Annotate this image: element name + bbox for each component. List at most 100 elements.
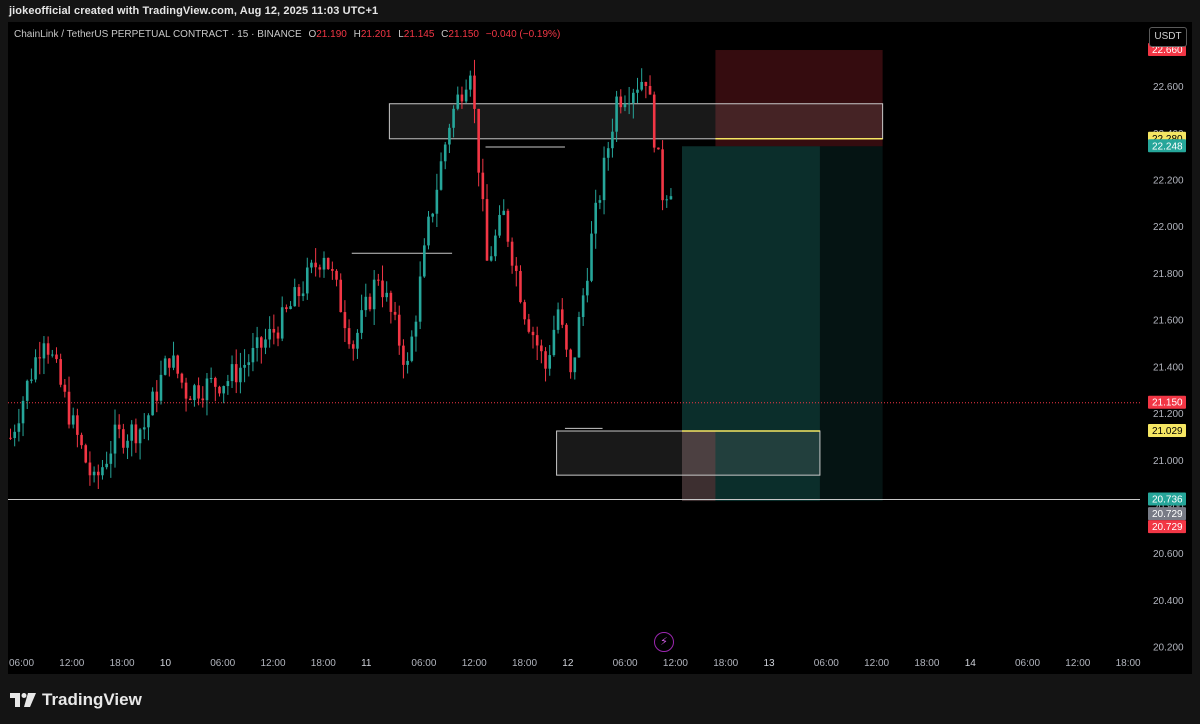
candle-body: [260, 337, 263, 348]
candle-body: [531, 331, 535, 336]
candle-body: [360, 310, 363, 333]
time-tick-label: 10: [160, 658, 172, 669]
take-profit-area-extension[interactable]: [819, 146, 883, 502]
candle-body: [101, 467, 104, 476]
candle-body: [448, 127, 451, 145]
candle-body: [460, 94, 464, 102]
time-tick-label: 11: [361, 658, 372, 669]
candle-body: [113, 424, 117, 454]
candle-body: [665, 199, 669, 201]
candle-body: [523, 302, 526, 320]
time-tick-label: 06:00: [9, 658, 34, 669]
price-tick-label: 22.000: [1153, 222, 1184, 233]
candle-body: [469, 75, 472, 90]
supply-zone[interactable]: [388, 103, 884, 140]
candle-body: [527, 319, 531, 332]
candle-body: [414, 321, 418, 337]
candle-body: [226, 381, 230, 387]
candle-body: [155, 391, 159, 401]
currency-button[interactable]: USDT: [1149, 27, 1187, 47]
candle-body: [293, 287, 297, 307]
candle-body: [577, 317, 581, 358]
candle-body: [326, 257, 330, 270]
candle-body: [339, 279, 343, 313]
time-tick-label: 12:00: [462, 658, 487, 669]
candle-body: [301, 293, 305, 297]
price-tick-label: 21.600: [1153, 316, 1184, 327]
candle-body: [364, 296, 368, 311]
candle-body: [510, 241, 514, 266]
candle-body: [92, 471, 96, 476]
time-tick-label: 18:00: [914, 658, 939, 669]
brand-name: TradingView: [42, 690, 142, 709]
candle-body: [381, 280, 384, 298]
candle-body: [122, 429, 125, 448]
symbol-title[interactable]: ChainLink / TetherUS PERPETUAL CONTRACT …: [14, 29, 302, 40]
candle-body: [272, 328, 276, 333]
price-badge-text: 21.150: [1152, 398, 1183, 409]
candle-body: [30, 379, 33, 381]
candle-body: [84, 445, 88, 463]
candle-body: [310, 262, 313, 268]
candle-body: [218, 386, 221, 394]
candle-body: [134, 424, 138, 444]
high-label: H: [353, 29, 361, 40]
candle-body: [606, 148, 610, 158]
time-tick-label: 14: [965, 658, 977, 669]
chart-pane[interactable]: 22.60022.40022.20022.00021.80021.60021.4…: [8, 22, 1192, 674]
candle-body: [46, 343, 50, 355]
candle-body: [356, 332, 359, 349]
candle-body: [406, 360, 409, 365]
candle-body: [393, 311, 397, 315]
close-value: 21.150: [448, 29, 479, 40]
candle-body: [669, 196, 673, 200]
candle-body: [17, 423, 21, 432]
candle-body: [648, 85, 652, 95]
candlestick-chart[interactable]: 22.60022.40022.20022.00021.80021.60021.4…: [8, 22, 1192, 674]
candle-body: [494, 235, 497, 257]
time-tick-label: 12:00: [59, 658, 84, 669]
candle-body: [485, 199, 489, 261]
candle-body: [9, 437, 12, 439]
candle-body: [586, 280, 589, 296]
candle-body: [535, 335, 539, 346]
candle-body: [502, 210, 506, 215]
candle-body: [623, 103, 627, 108]
demand-zone[interactable]: [556, 430, 821, 476]
open-value: 21.190: [316, 29, 347, 40]
candle-body: [314, 262, 317, 268]
candle-body: [71, 415, 75, 425]
candle-body: [130, 424, 134, 441]
candle-body: [636, 89, 639, 93]
low-value: 21.145: [403, 29, 435, 40]
candle-body: [13, 431, 16, 439]
candle-body: [276, 332, 280, 339]
time-tick-label: 12:00: [261, 658, 286, 669]
candle-body: [289, 306, 292, 310]
candle-body: [63, 384, 67, 392]
candle-body: [452, 108, 455, 128]
candle-body: [431, 213, 434, 217]
candle-body: [331, 269, 334, 271]
lightning-icon[interactable]: ⚡: [654, 632, 674, 652]
candle-body: [615, 96, 618, 132]
price-tick-label: 21.200: [1153, 409, 1184, 420]
candle-body: [347, 328, 351, 345]
time-tick-label: 06:00: [1015, 658, 1040, 669]
time-tick-label: 18:00: [311, 658, 336, 669]
candle-body: [285, 307, 288, 310]
price-badge-text: 20.729: [1152, 522, 1183, 533]
candle-body: [389, 292, 393, 312]
change-value: −0.040 (−0.19%): [485, 29, 561, 40]
candle-body: [581, 295, 585, 318]
candle-body: [335, 270, 338, 280]
candle-body: [234, 364, 238, 383]
candle-body: [473, 75, 476, 109]
candle-body: [205, 378, 209, 401]
time-tick-label: 18:00: [512, 658, 537, 669]
candle-body: [151, 391, 154, 416]
price-badge-text: 20.729: [1152, 509, 1183, 520]
candle-body: [423, 245, 426, 277]
price-tick-label: 21.000: [1153, 456, 1184, 467]
candle-body: [560, 309, 564, 325]
